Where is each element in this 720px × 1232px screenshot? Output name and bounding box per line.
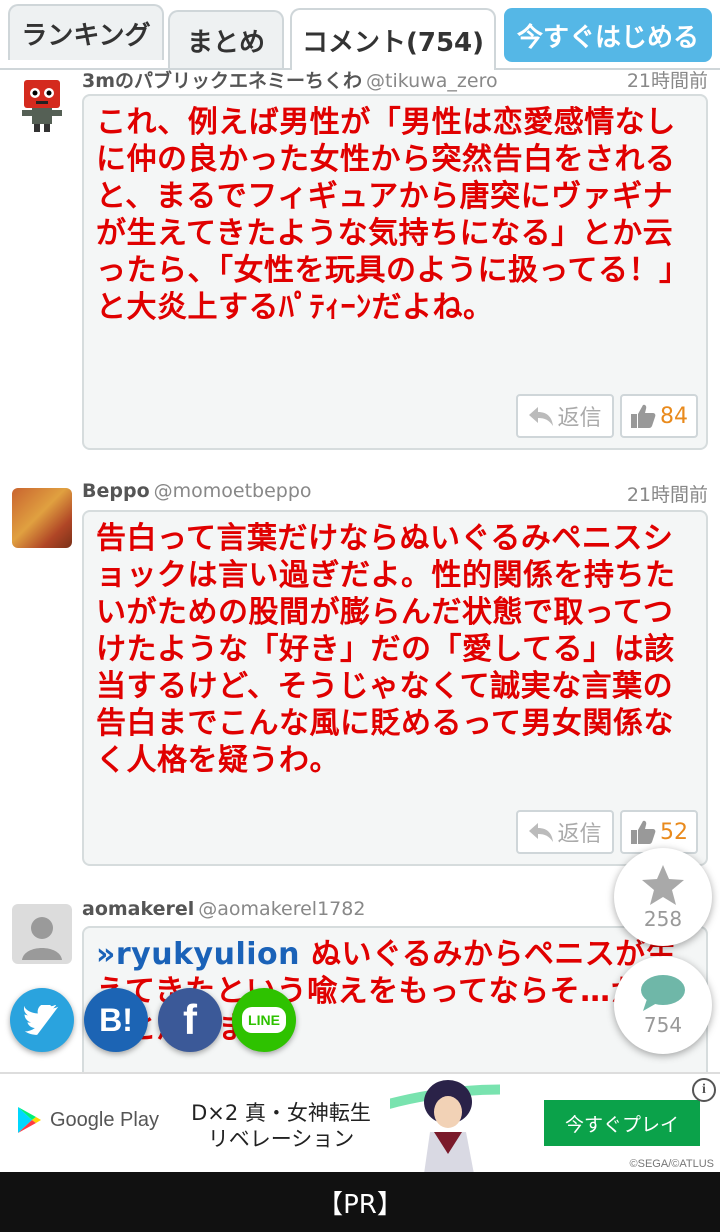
pr-bar: 【PR】 xyxy=(0,1172,720,1232)
star-icon xyxy=(642,865,684,905)
reply-icon xyxy=(529,407,554,426)
line-bubble-icon: LINE xyxy=(242,1007,286,1033)
timestamp: 21時間前 xyxy=(626,70,708,92)
user-handle[interactable]: @momoetbeppo xyxy=(154,480,312,502)
tab-comments-label: コメント(754) xyxy=(301,27,485,58)
comment-body: これ、例えば男性が「男性は恋愛感情なしに仲の良かった女性から突然告白をされると、… xyxy=(96,105,690,325)
hatena-bookmark-button[interactable]: B! xyxy=(84,988,148,1052)
tab-bar: ランキング まとめ コメント(754) 今すぐはじめる xyxy=(0,0,720,70)
comment-actions: 返信 52 xyxy=(516,810,698,854)
info-icon[interactable]: i xyxy=(692,1078,716,1102)
comment-meta: 3mのパブリックエネミーちくわ @tikuwa_zero 21時間前 xyxy=(82,66,708,96)
like-count: 52 xyxy=(660,819,688,845)
twitter-share-button[interactable] xyxy=(10,988,74,1052)
facebook-share-button[interactable]: f xyxy=(158,988,222,1052)
thumbs-up-icon xyxy=(631,404,656,428)
store-label: Google Play xyxy=(50,1108,159,1131)
tab-comments[interactable]: コメント(754) xyxy=(290,8,496,70)
reply-icon xyxy=(529,823,554,842)
line-label: LINE xyxy=(248,1012,280,1028)
favorite-count: 258 xyxy=(643,907,683,931)
start-now-button[interactable]: 今すぐはじめる xyxy=(504,8,712,62)
reply-button[interactable]: 返信 xyxy=(516,810,614,854)
comment-bubble: 告白って言葉だけならぬいぐるみペニスショックは言い過ぎだよ。性的関係を持ちたいが… xyxy=(82,510,708,866)
reply-to-link[interactable]: »ryukyulion xyxy=(96,937,300,972)
username[interactable]: 3mのパブリックエネミーちくわ xyxy=(82,70,362,92)
tab-ranking-label: ランキング xyxy=(21,20,151,51)
username[interactable]: Beppo xyxy=(82,480,150,502)
speech-bubble-icon xyxy=(641,975,685,1011)
reply-label: 返信 xyxy=(557,406,602,431)
tab-summary[interactable]: まとめ xyxy=(168,10,284,68)
like-count: 84 xyxy=(660,403,688,429)
hatena-label: B! xyxy=(99,1001,133,1038)
comment-item: 3mのパブリックエネミーちくわ @tikuwa_zero 21時間前 これ、例えば… xyxy=(0,66,720,456)
line-share-button[interactable]: LINE xyxy=(232,988,296,1052)
comment-item: Beppo @momoetbeppo 21時間前 告白って言葉だけならぬいぐるみペ… xyxy=(0,480,720,870)
user-handle[interactable]: @tikuwa_zero xyxy=(366,70,498,92)
avatar[interactable] xyxy=(12,904,72,964)
tab-ranking[interactable]: ランキング xyxy=(8,4,164,60)
ad-banner[interactable]: Google Play D×2 真・女神転生 リベレーション 今すぐプレイ i … xyxy=(0,1072,720,1172)
favorite-button[interactable]: 258 xyxy=(614,848,712,946)
google-play-icon xyxy=(18,1107,41,1133)
timestamp: 21時間前 xyxy=(626,484,708,506)
reply-label: 返信 xyxy=(557,822,602,847)
username[interactable]: aomakerel xyxy=(82,898,194,920)
thumbs-up-icon xyxy=(631,820,656,844)
comment-meta: Beppo @momoetbeppo 21時間前 xyxy=(82,480,708,510)
ad-copyright: ©SEGA/©ATLUS xyxy=(629,1158,714,1170)
user-handle[interactable]: @aomakerel1782 xyxy=(198,898,365,920)
comment-count-button[interactable]: 754 xyxy=(614,956,712,1054)
avatar[interactable] xyxy=(12,488,72,548)
reply-button[interactable]: 返信 xyxy=(516,394,614,438)
comment-actions: 返信 84 xyxy=(516,394,698,438)
comment-bubble: これ、例えば男性が「男性は恋愛感情なしに仲の良かった女性から突然告白をされると、… xyxy=(82,94,708,450)
ad-game-title: D×2 真・女神転生 リベレーション xyxy=(191,1101,371,1151)
google-play-badge[interactable]: Google Play xyxy=(16,1106,159,1134)
comment-body: 告白って言葉だけならぬいぐるみペニスショックは言い過ぎだよ。性的関係を持ちたいが… xyxy=(96,521,676,778)
ad-play-now-button[interactable]: 今すぐプレイ xyxy=(544,1100,700,1146)
like-button[interactable]: 84 xyxy=(620,394,698,438)
avatar[interactable] xyxy=(12,74,72,134)
tab-summary-label: まとめ xyxy=(186,27,265,58)
ad-character-illustration xyxy=(390,1080,500,1172)
facebook-label: f xyxy=(183,996,197,1043)
twitter-bird-icon xyxy=(24,1005,59,1035)
comment-count: 754 xyxy=(643,1013,683,1037)
